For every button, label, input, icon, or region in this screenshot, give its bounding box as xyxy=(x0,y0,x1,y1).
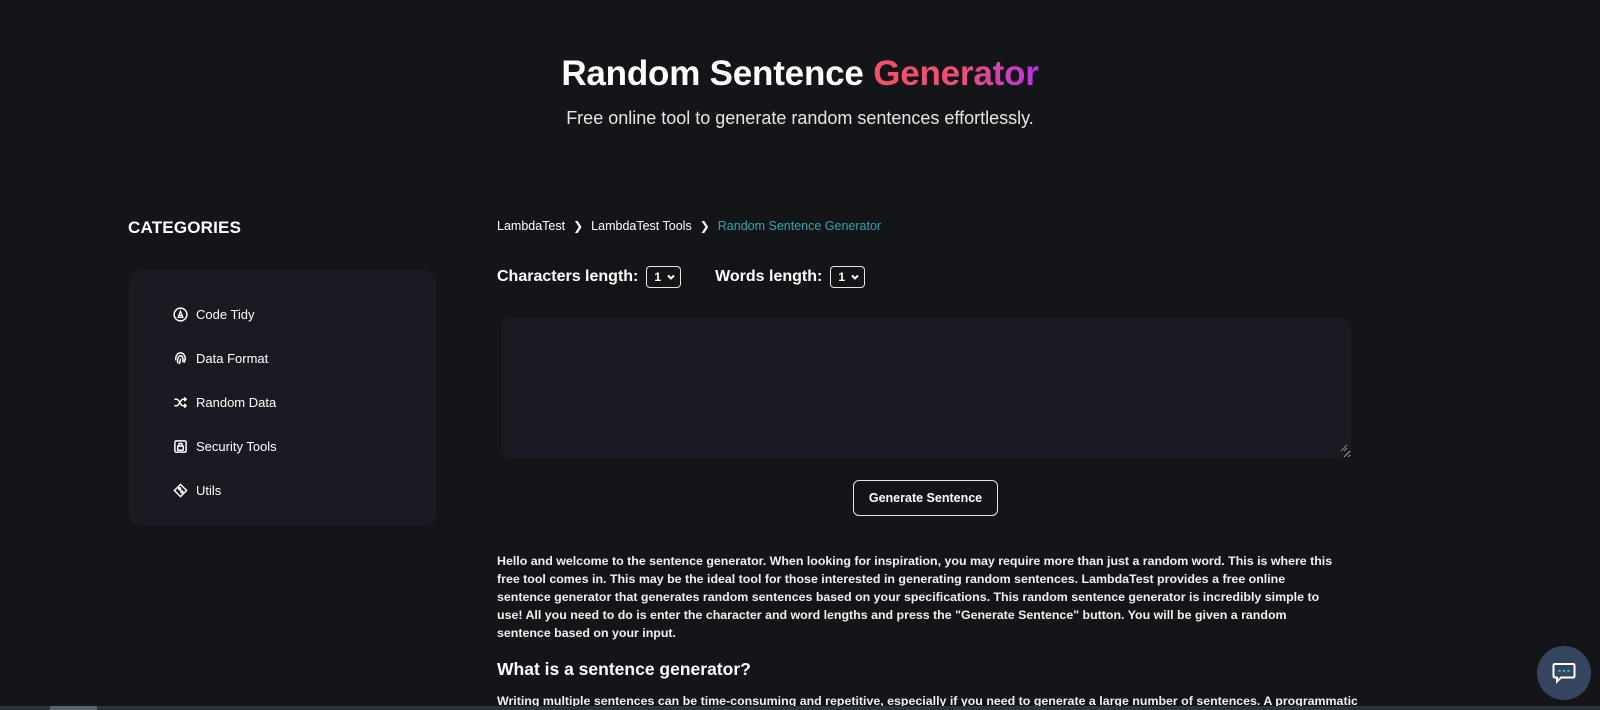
code-tidy-icon xyxy=(172,306,188,322)
page-title: Random Sentence Generator xyxy=(0,52,1600,96)
sidebar-item-label: Data Format xyxy=(196,350,269,366)
sidebar-item-random-data[interactable]: Random Data xyxy=(129,380,436,424)
breadcrumb-current: Random Sentence Generator xyxy=(717,219,882,233)
breadcrumb-link-tools[interactable]: LambdaTest Tools xyxy=(591,219,692,233)
title-accent: Generator xyxy=(873,54,1039,93)
sidebar-item-label: Utils xyxy=(196,482,222,498)
words-length-select[interactable]: 1 xyxy=(830,266,865,288)
categories-sidebar: Code Tidy Data Format Random Data Securi… xyxy=(129,270,436,526)
sidebar-item-utils[interactable]: Utils xyxy=(129,468,436,512)
title-main: Random Sentence xyxy=(561,54,874,93)
sidebar-item-label: Code Tidy xyxy=(196,306,255,322)
shuffle-icon xyxy=(172,394,188,410)
words-length-label: Words length: xyxy=(715,268,823,285)
resize-handle-icon[interactable] xyxy=(1340,444,1348,452)
sidebar-item-code-tidy[interactable]: Code Tidy xyxy=(129,292,436,336)
categories-title: CATEGORIES xyxy=(128,218,242,237)
hero: Random Sentence Generator Free online to… xyxy=(0,52,1600,129)
sidebar-item-security-tools[interactable]: Security Tools xyxy=(129,424,436,468)
sentence-output-textarea[interactable] xyxy=(501,318,1351,458)
page: Random Sentence Generator Free online to… xyxy=(0,0,1600,710)
characters-length-control: Characters length: 1 xyxy=(497,266,682,288)
sidebar-item-label: Security Tools xyxy=(196,438,277,454)
chevron-right-icon: ❯ xyxy=(573,219,584,233)
breadcrumb: LambdaTest ❯ LambdaTest Tools ❯ Random S… xyxy=(497,219,881,233)
section-heading: What is a sentence generator? xyxy=(497,659,751,679)
chevron-down-icon xyxy=(667,273,675,281)
horizontal-scrollbar[interactable] xyxy=(0,706,1600,710)
page-subtitle: Free online tool to generate random sent… xyxy=(566,108,1034,128)
intro-paragraph: Hello and welcome to the sentence genera… xyxy=(497,554,1333,640)
chevron-down-icon xyxy=(851,273,859,281)
breadcrumb-link-lambdatest[interactable]: LambdaTest xyxy=(497,219,565,233)
words-length-control: Words length: 1 xyxy=(715,266,865,288)
git-diamond-icon xyxy=(172,482,188,498)
chat-bubble-icon xyxy=(1552,663,1576,684)
length-controls: Characters length: 1 Words length: 1 xyxy=(497,266,865,288)
lock-icon xyxy=(172,438,188,454)
sidebar-item-data-format[interactable]: Data Format xyxy=(129,336,436,380)
generate-sentence-button[interactable]: Generate Sentence xyxy=(853,480,998,516)
characters-length-select[interactable]: 1 xyxy=(646,266,682,288)
chevron-right-icon: ❯ xyxy=(699,219,710,233)
sidebar-item-label: Random Data xyxy=(196,394,277,410)
characters-length-label: Characters length: xyxy=(497,268,639,285)
scrollbar-thumb[interactable] xyxy=(50,706,97,710)
characters-length-value: 1 xyxy=(654,270,662,284)
fingerprint-icon xyxy=(172,350,188,366)
words-length-value: 1 xyxy=(838,270,845,284)
chat-button[interactable] xyxy=(1537,646,1591,700)
